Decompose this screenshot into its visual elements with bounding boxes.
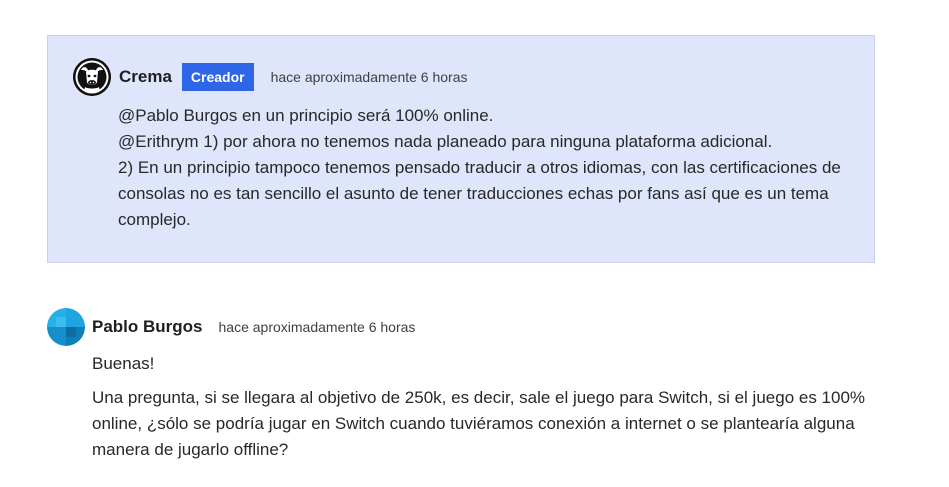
default-avatar-icon[interactable] bbox=[47, 308, 85, 346]
author-name[interactable]: Crema bbox=[119, 67, 172, 87]
comment-timestamp[interactable]: hace aproximadamente 6 horas bbox=[271, 69, 468, 85]
comment-timestamp[interactable]: hace aproximadamente 6 horas bbox=[219, 319, 416, 335]
comment-line: 2) En un principio tampoco tenemos pensa… bbox=[118, 158, 841, 229]
comment-line: @Erithrym 1) por ahora no tenemos nada p… bbox=[118, 132, 773, 151]
comment-line: @Pablo Burgos en un principio será 100% … bbox=[118, 106, 494, 125]
comment-paragraph: Buenas! bbox=[92, 354, 155, 373]
creator-comment-body: @Pablo Burgos en un principio será 100% … bbox=[118, 103, 853, 233]
creator-badge: Creador bbox=[181, 63, 254, 91]
creator-comment: Crema Creador hace aproximadamente 6 hor… bbox=[47, 35, 875, 263]
user-comment-body: Buenas! Una pregunta, si se llegara al o… bbox=[92, 351, 882, 463]
author-name[interactable]: Pablo Burgos bbox=[92, 317, 203, 337]
user-comment-header: Pablo Burgos hace aproximadamente 6 hora… bbox=[92, 316, 415, 338]
creator-comment-header: Crema Creador hace aproximadamente 6 hor… bbox=[119, 63, 468, 91]
comment-paragraph: Una pregunta, si se llegara al objetivo … bbox=[92, 388, 866, 459]
bull-logo-icon[interactable] bbox=[73, 58, 111, 96]
